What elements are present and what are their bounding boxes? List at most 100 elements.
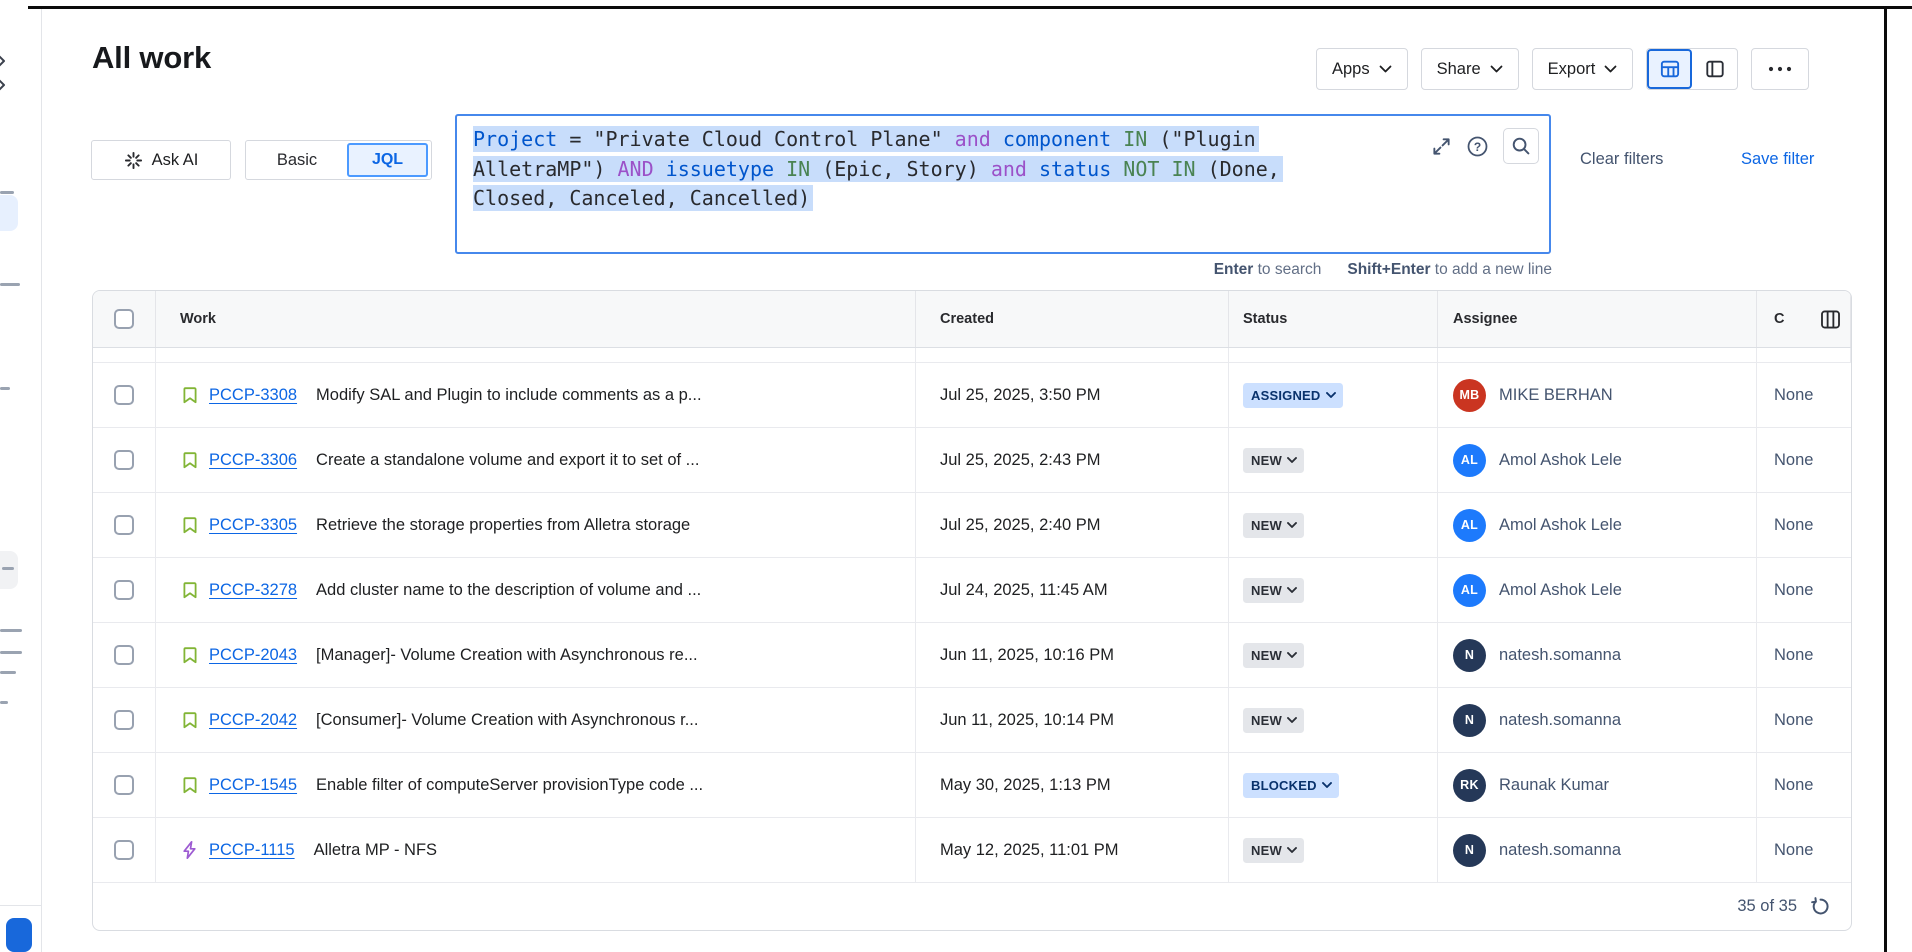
issue-key-link[interactable]: PCCP-1115: [209, 841, 295, 860]
table-row[interactable]: PCCP-2043 [Manager]- Volume Creation wit…: [93, 623, 1851, 688]
issue-summary[interactable]: Add cluster name to the description of v…: [316, 581, 701, 600]
assignee-name: natesh.somanna: [1499, 646, 1621, 665]
issue-summary[interactable]: Alletra MP - NFS: [314, 841, 437, 860]
issue-key-link[interactable]: PCCP-2043: [209, 646, 297, 665]
jql-editor[interactable]: Project = "Private Cloud Control Plane" …: [455, 114, 1551, 254]
avatar[interactable]: N: [1453, 639, 1486, 672]
table-row[interactable]: PCCP-1545 Enable filter of computeServer…: [93, 753, 1851, 818]
issue-summary[interactable]: Enable filter of computeServer provision…: [316, 776, 703, 795]
status-badge[interactable]: NEW: [1243, 578, 1304, 603]
table-row[interactable]: PCCP-3306 Create a standalone volume and…: [93, 428, 1851, 493]
avatar[interactable]: RK: [1453, 769, 1486, 802]
category-cell: None: [1757, 688, 1851, 752]
table-row[interactable]: PCCP-3308 Modify SAL and Plugin to inclu…: [93, 363, 1851, 428]
share-button[interactable]: Share: [1421, 48, 1519, 90]
ask-ai-button[interactable]: Ask AI: [91, 140, 231, 180]
avatar[interactable]: N: [1453, 704, 1486, 737]
detail-view-button[interactable]: [1692, 49, 1737, 89]
row-checkbox[interactable]: [114, 580, 134, 600]
row-checkbox[interactable]: [114, 515, 134, 535]
chevron-right-icon[interactable]: [0, 53, 9, 69]
row-checkbox[interactable]: [114, 840, 134, 860]
row-checkbox-cell: [93, 558, 156, 622]
avatar[interactable]: AL: [1453, 574, 1486, 607]
table-row[interactable]: PCCP-3305 Retrieve the storage propertie…: [93, 493, 1851, 558]
table-view-icon: [1659, 58, 1681, 80]
status-badge[interactable]: ASSIGNED: [1243, 383, 1343, 408]
avatar[interactable]: AL: [1453, 509, 1486, 542]
status-badge[interactable]: NEW: [1243, 513, 1304, 538]
query-mode-switch: Basic JQL: [245, 140, 432, 180]
status-cell: ASSIGNED: [1229, 363, 1438, 427]
status-label: ASSIGNED: [1251, 388, 1321, 403]
chevron-down-icon: [1322, 782, 1332, 788]
status-badge[interactable]: BLOCKED: [1243, 773, 1339, 798]
issue-key-link[interactable]: PCCP-3278: [209, 581, 297, 600]
column-header-work[interactable]: Work: [156, 291, 916, 347]
issue-summary[interactable]: [Manager]- Volume Creation with Asynchro…: [316, 646, 698, 665]
export-button[interactable]: Export: [1532, 48, 1634, 90]
row-checkbox[interactable]: [114, 385, 134, 405]
jql-mode-button[interactable]: JQL: [347, 143, 428, 177]
status-badge[interactable]: NEW: [1243, 448, 1304, 473]
select-all-checkbox[interactable]: [114, 309, 134, 329]
more-options-button[interactable]: [1751, 48, 1809, 90]
search-button[interactable]: [1503, 128, 1539, 164]
chevron-down-icon: [1490, 65, 1503, 73]
window-frame-right: [1884, 6, 1887, 952]
apps-button[interactable]: Apps: [1316, 48, 1408, 90]
sidebar-bottom-button[interactable]: [6, 918, 32, 952]
expand-icon[interactable]: [1431, 136, 1452, 157]
issue-key-link[interactable]: PCCP-3306: [209, 451, 297, 470]
help-icon[interactable]: ?: [1466, 135, 1489, 158]
status-badge[interactable]: NEW: [1243, 643, 1304, 668]
issue-key-link[interactable]: PCCP-2042: [209, 711, 297, 730]
issue-key-link[interactable]: PCCP-3305: [209, 516, 297, 535]
column-header-created[interactable]: Created: [916, 291, 1229, 347]
row-checkbox[interactable]: [114, 645, 134, 665]
manage-columns-icon[interactable]: [1819, 308, 1842, 331]
avatar[interactable]: AL: [1453, 444, 1486, 477]
row-checkbox-cell: [93, 493, 156, 557]
work-cell: PCCP-3278 Add cluster name to the descri…: [156, 558, 916, 622]
avatar[interactable]: MB: [1453, 379, 1486, 412]
sidebar-hover-item[interactable]: [0, 551, 18, 589]
status-badge[interactable]: NEW: [1243, 708, 1304, 733]
avatar[interactable]: N: [1453, 834, 1486, 867]
clear-filters-button[interactable]: Clear filters: [1580, 150, 1663, 169]
column-header-assignee[interactable]: Assignee: [1438, 291, 1757, 347]
column-header-truncated-label[interactable]: C: [1774, 311, 1784, 327]
status-label: NEW: [1251, 518, 1282, 533]
issue-summary[interactable]: Retrieve the storage properties from All…: [316, 516, 690, 535]
basic-mode-button[interactable]: Basic: [246, 141, 348, 179]
table-row[interactable]: PCCP-3278 Add cluster name to the descri…: [93, 558, 1851, 623]
issue-summary[interactable]: [Consumer]- Volume Creation with Asynchr…: [316, 711, 698, 730]
save-filter-button[interactable]: Save filter: [1741, 150, 1814, 169]
category-cell: None: [1757, 363, 1851, 427]
category-cell: None: [1757, 558, 1851, 622]
category-value: None: [1774, 386, 1813, 405]
issue-summary[interactable]: Create a standalone volume and export it…: [316, 451, 699, 470]
status-label: NEW: [1251, 843, 1282, 858]
row-checkbox[interactable]: [114, 775, 134, 795]
refresh-icon[interactable]: [1810, 896, 1831, 917]
issue-summary[interactable]: Modify SAL and Plugin to include comment…: [316, 386, 702, 405]
row-checkbox[interactable]: [114, 450, 134, 470]
table-row[interactable]: PCCP-1115 Alletra MP - NFS May 12, 2025,…: [93, 818, 1851, 883]
issue-key-link[interactable]: PCCP-3308: [209, 386, 297, 405]
column-header-status[interactable]: Status: [1229, 291, 1438, 347]
created-date: Jul 25, 2025, 2:40 PM: [916, 493, 1229, 557]
status-cell: BLOCKED: [1229, 753, 1438, 817]
table-row[interactable]: PCCP-2042 [Consumer]- Volume Creation wi…: [93, 688, 1851, 753]
assignee-name: Amol Ashok Lele: [1499, 451, 1622, 470]
row-checkbox[interactable]: [114, 710, 134, 730]
issue-key-link[interactable]: PCCP-1545: [209, 776, 297, 795]
sidebar-selected-item[interactable]: [0, 195, 18, 231]
keyboard-hint: Enter to searchShift+Enter to add a new …: [1214, 261, 1552, 279]
list-view-button[interactable]: [1647, 49, 1692, 89]
category-cell: None: [1757, 623, 1851, 687]
chevron-right-icon[interactable]: [0, 77, 9, 93]
sidebar: [0, 9, 42, 952]
chevron-down-icon: [1604, 65, 1617, 73]
status-badge[interactable]: NEW: [1243, 838, 1304, 863]
